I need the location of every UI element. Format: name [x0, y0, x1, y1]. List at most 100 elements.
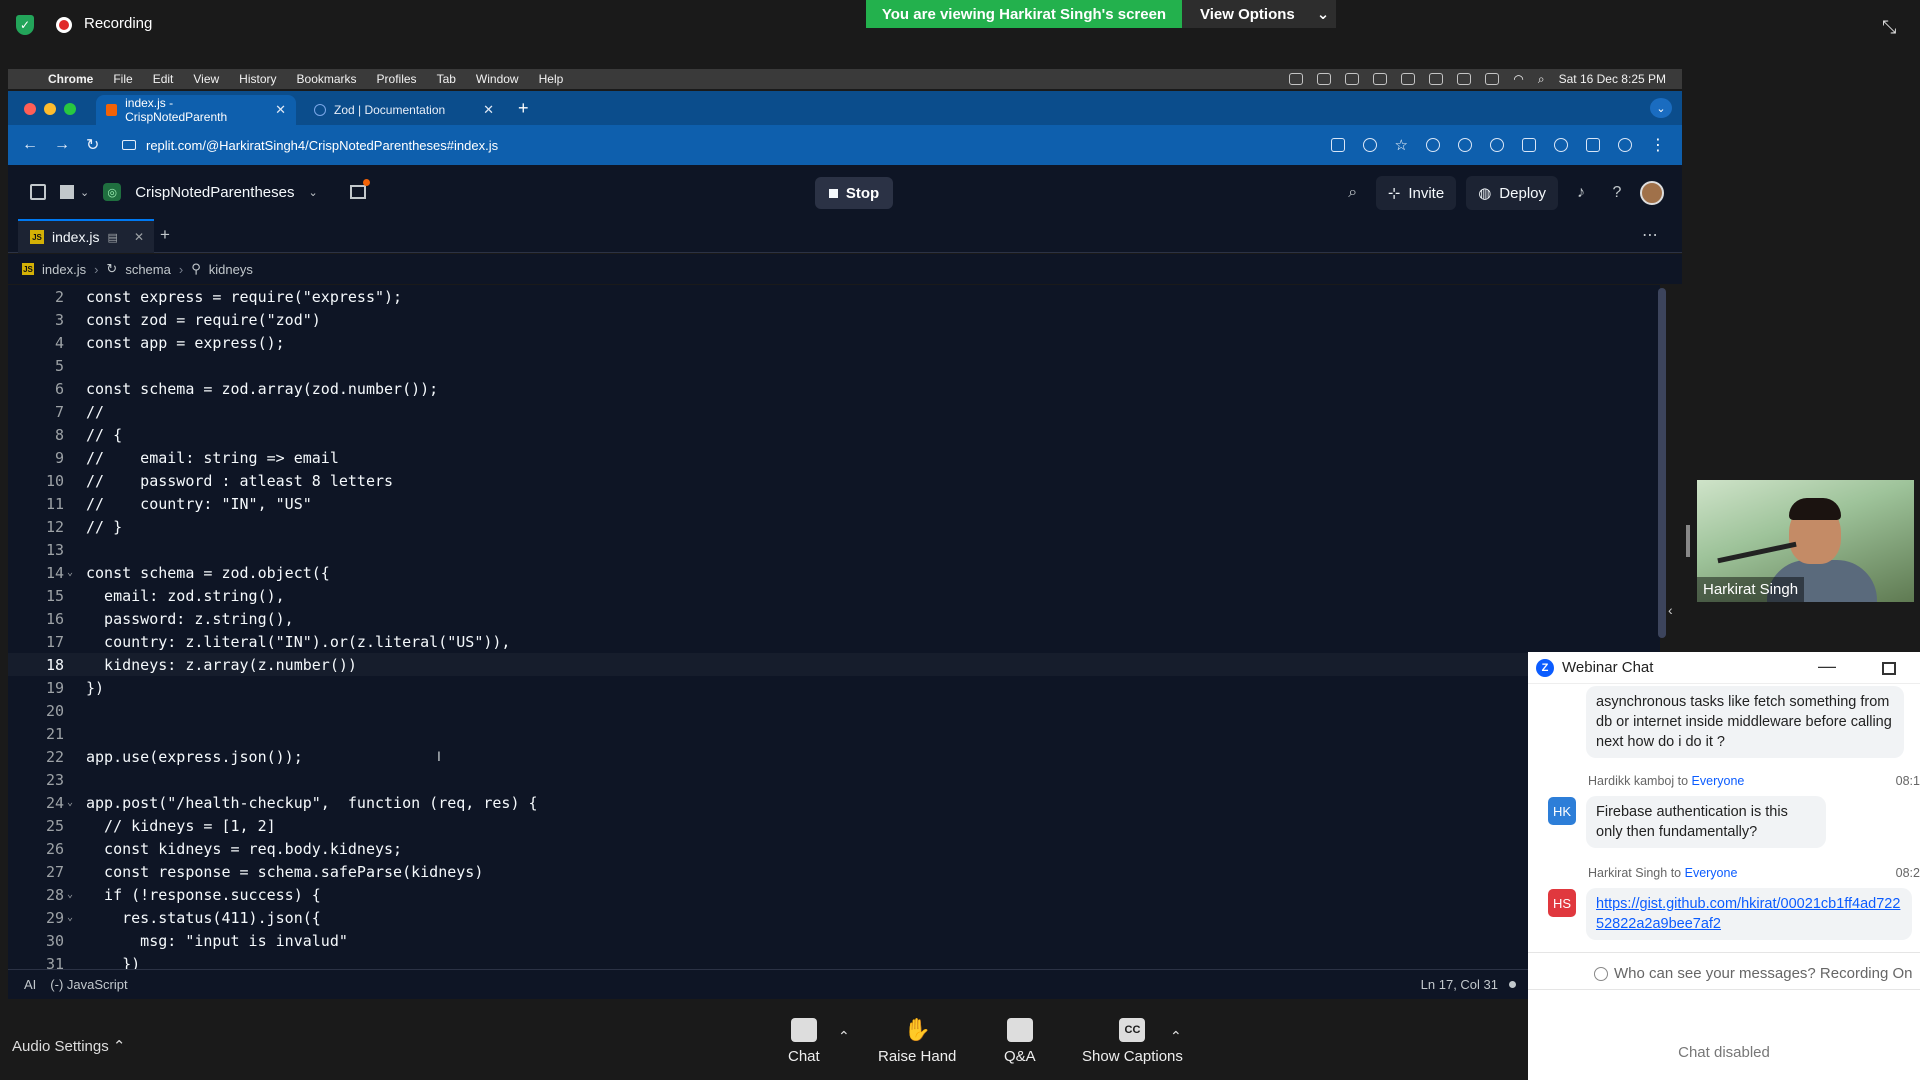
code-line[interactable]: 5: [8, 354, 1660, 377]
close-icon[interactable]: ✕: [275, 102, 286, 118]
tab-options-icon[interactable]: ▤: [107, 231, 117, 244]
tray-icon[interactable]: [1345, 73, 1360, 85]
project-name[interactable]: CrispNotedParentheses: [135, 184, 294, 201]
menu-view[interactable]: View: [193, 72, 219, 86]
raise-hand-button[interactable]: ✋ Raise Hand: [878, 1017, 956, 1065]
replit-logo-icon[interactable]: [60, 185, 74, 199]
fold-chevron-icon[interactable]: ⌄: [64, 912, 76, 923]
chevron-left-icon[interactable]: ‹: [1668, 602, 1673, 618]
code-line[interactable]: 12 // }: [8, 515, 1660, 538]
menu-bookmarks[interactable]: Bookmarks: [297, 72, 357, 86]
extensions-puzzle-icon[interactable]: [1522, 138, 1536, 152]
menu-chrome[interactable]: Chrome: [48, 72, 93, 86]
battery-icon[interactable]: [1485, 73, 1500, 85]
chevron-down-icon[interactable]: ⌄: [308, 186, 317, 199]
add-tab-icon[interactable]: +: [160, 225, 170, 245]
recipient-everyone[interactable]: Everyone: [1692, 774, 1745, 788]
chat-link[interactable]: https://gist.github.com/hkirat/00021cb1f…: [1596, 896, 1900, 932]
chevron-up-icon[interactable]: ⌃: [838, 1028, 850, 1045]
stop-button[interactable]: Stop: [815, 177, 893, 209]
chevron-up-icon[interactable]: ⌃: [1170, 1028, 1182, 1045]
menu-history[interactable]: History: [239, 72, 276, 86]
search-icon[interactable]: ⌕: [1340, 184, 1366, 202]
sync-icon[interactable]: [1554, 138, 1568, 152]
code-line[interactable]: 3 const zod = require("zod"): [8, 308, 1660, 331]
breadcrumb-file[interactable]: index.js: [42, 262, 86, 277]
drag-handle[interactable]: [1686, 525, 1690, 557]
wifi-icon[interactable]: ◠: [1513, 72, 1523, 86]
profile-avatar[interactable]: [1618, 138, 1632, 152]
menu-edit[interactable]: Edit: [153, 72, 174, 86]
reload-icon[interactable]: ↻: [86, 135, 104, 155]
recipient-everyone[interactable]: Everyone: [1685, 866, 1738, 880]
menu-help[interactable]: Help: [539, 72, 564, 86]
who-can-see-messages[interactable]: Who can see your messages? Recording On: [1594, 965, 1912, 982]
code-line[interactable]: 27 const response = schema.safeParse(kid…: [8, 860, 1660, 883]
cursor-position[interactable]: Ln 17, Col 31: [1421, 977, 1498, 992]
tray-icon[interactable]: [1457, 73, 1472, 85]
code-line[interactable]: 10 // password : atleast 8 letters: [8, 469, 1660, 492]
qa-button[interactable]: Q&A: [1004, 1018, 1036, 1065]
side-panel-icon[interactable]: [1586, 138, 1600, 152]
code-line[interactable]: 2 const express = require("express");: [8, 285, 1660, 308]
clock[interactable]: Sat 16 Dec 8:25 PM: [1559, 72, 1666, 86]
install-app-icon[interactable]: [1330, 138, 1345, 152]
ai-status[interactable]: AI: [24, 977, 36, 992]
fold-chevron-icon[interactable]: ⌄: [64, 567, 76, 578]
back-icon[interactable]: ←: [22, 136, 40, 154]
editor-tab-index-js[interactable]: JS index.js ▤ ✕: [18, 219, 154, 253]
editor-scrollbar[interactable]: [1658, 288, 1666, 638]
deploy-button[interactable]: ◍ Deploy: [1466, 176, 1558, 210]
extension-icon[interactable]: [1426, 138, 1440, 152]
code-line[interactable]: 17 country: z.literal("IN").or(z.literal…: [8, 630, 1660, 653]
menu-file[interactable]: File: [113, 72, 132, 86]
invite-button[interactable]: ⊹ Invite: [1375, 176, 1457, 210]
tray-icon[interactable]: [1429, 73, 1444, 85]
breadcrumb-kidneys[interactable]: kidneys: [209, 262, 253, 277]
code-line[interactable]: 7 //: [8, 400, 1660, 423]
minimize-window-button[interactable]: [44, 103, 56, 115]
browser-tab-zod[interactable]: Zod | Documentation ✕: [304, 95, 504, 125]
code-line[interactable]: 18 kidneys: z.array(z.number()): [8, 653, 1660, 676]
code-line[interactable]: 30 msg: "input is invalud": [8, 929, 1660, 952]
code-line[interactable]: 6 const schema = zod.array(zod.number());: [8, 377, 1660, 400]
zoom-window-button[interactable]: [64, 103, 76, 115]
tab-search-icon[interactable]: ⌄: [1650, 98, 1672, 118]
participant-video[interactable]: Harkirat Singh: [1697, 480, 1914, 602]
code-line[interactable]: 19}): [8, 676, 1660, 699]
bell-icon[interactable]: ♪: [1568, 184, 1594, 202]
menu-profiles[interactable]: Profiles: [377, 72, 417, 86]
bookmark-star-icon[interactable]: ☆: [1395, 136, 1408, 154]
audio-settings-button[interactable]: Audio Settings ⌃: [12, 1037, 125, 1055]
view-options-button[interactable]: View Options ⌄: [1182, 0, 1336, 28]
code-line[interactable]: 9 // email: string => email: [8, 446, 1660, 469]
code-line[interactable]: 21: [8, 722, 1660, 745]
minimize-icon[interactable]: —: [1818, 656, 1836, 677]
code-line[interactable]: 4 const app = express();: [8, 331, 1660, 354]
code-line[interactable]: 24 ⌄ app.post("/health-checkup", function …: [8, 791, 1660, 814]
extension-icon[interactable]: [1458, 138, 1472, 152]
tray-icon[interactable]: [1317, 73, 1332, 85]
site-info-icon[interactable]: [122, 140, 136, 150]
code-line[interactable]: 23: [8, 768, 1660, 791]
code-line[interactable]: 11 // country: "IN", "US": [8, 492, 1660, 515]
help-icon[interactable]: ?: [1604, 184, 1630, 202]
maximize-icon[interactable]: [1882, 662, 1896, 675]
shield-icon[interactable]: ✓: [16, 15, 34, 35]
code-line[interactable]: 31 }): [8, 952, 1660, 970]
more-icon[interactable]: ⋮: [1650, 135, 1666, 155]
address-bar[interactable]: replit.com/@HarkiratSingh4/CrispNotedPar…: [122, 138, 498, 153]
forward-icon[interactable]: →: [54, 136, 72, 154]
zoom-icon[interactable]: [1362, 138, 1377, 152]
search-icon[interactable]: ⌕: [1538, 72, 1545, 87]
sidebar-toggle-icon[interactable]: [30, 184, 46, 200]
extension-icon[interactable]: [1490, 138, 1504, 152]
new-tab-icon[interactable]: +: [518, 98, 529, 119]
show-captions-button[interactable]: CC Show Captions: [1082, 1018, 1183, 1065]
avatar[interactable]: [1640, 181, 1664, 205]
code-line[interactable]: 22 app.use(express.json());: [8, 745, 1660, 768]
breadcrumb-schema[interactable]: schema: [125, 262, 171, 277]
tray-icon[interactable]: [1373, 73, 1388, 85]
chevron-down-icon[interactable]: ⌄: [80, 186, 89, 199]
fold-chevron-icon[interactable]: ⌄: [64, 797, 76, 808]
